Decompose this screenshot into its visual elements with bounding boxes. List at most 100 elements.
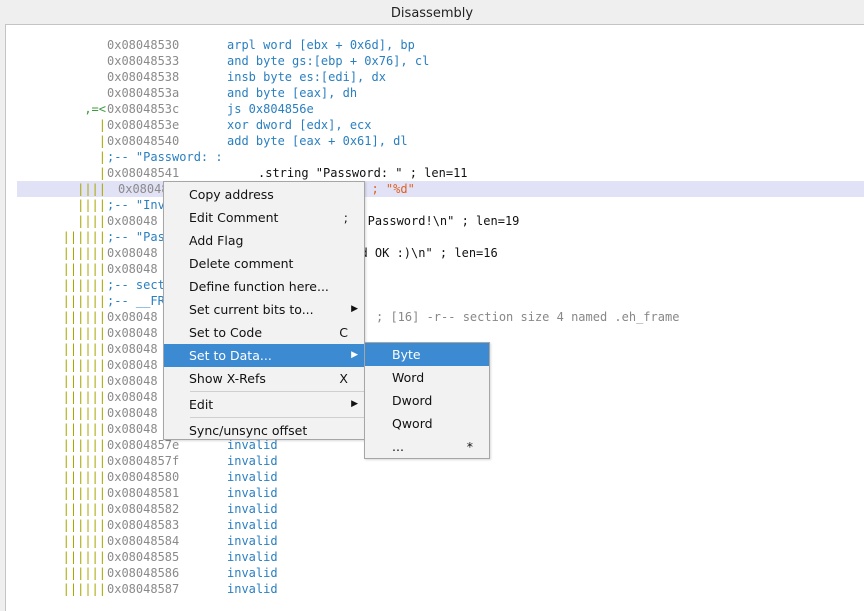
line-address: ;-- "Pas [107,230,165,244]
flow-gutter: | [98,166,106,180]
flow-gutter: |||||| [62,246,106,260]
flow-gutter: | [98,118,106,132]
line-instruction: add byte [eax + 0x61], dl [227,134,408,148]
flow-gutter: |||||| [62,534,106,548]
disasm-line[interactable]: 0x08048538 insb byte es:[edi], dx [6,69,864,85]
line-instruction: and byte gs:[ebp + 0x76], cl [227,54,430,68]
line-address: ;-- "Inv [107,198,165,212]
line-instruction: invalid [227,454,278,468]
line-instruction: invalid [227,518,278,532]
disasm-line[interactable]: |||| ;-- "Inv [6,197,864,213]
line-instruction: ; [16] -r-- section size 4 named .eh_fra… [376,310,680,324]
line-address: 0x08048 [107,262,158,276]
disasm-line[interactable]: |||||| 0x08048580 invalid [6,469,864,485]
line-address: 0x08048540 [107,134,180,148]
disassembly-view[interactable]: 0x08048530 arpl word [ebx + 0x6d], bp 0x08… [5,24,864,611]
submenu-dword[interactable]: Dword [365,389,489,412]
disasm-line[interactable]: 0x08048533 and byte gs:[ebp + 0x76], cl [6,53,864,69]
flow-gutter: |||||| [62,294,106,308]
line-address: 0x08048 [107,358,158,372]
menu-show-xrefs[interactable]: Show X-Refs X [164,367,364,390]
disasm-line[interactable]: |||||| ;-- __FR [6,293,864,309]
disasm-line[interactable]: |||||| ;-- "Pas [6,229,864,245]
flow-gutter: |||||| [62,278,106,292]
line-address: 0x08048582 [107,502,180,516]
line-address: 0x08048538 [107,70,180,84]
line-address: 0x08048585 [107,550,180,564]
menu-edit-comment[interactable]: Edit Comment; [164,206,364,229]
line-instruction: 4 ; "%d" [357,182,415,196]
flow-gutter: |||||| [62,406,106,420]
disasm-line[interactable]: |||||| 0x08048587 invalid [6,581,864,597]
menu-add-flag[interactable]: Add Flag [164,229,364,252]
flow-gutter: |||||| [62,438,106,452]
disasm-line[interactable]: |||||| 0x08048585 invalid [6,549,864,565]
flow-gutter: | [98,134,106,148]
line-address: 0x08048587 [107,582,180,596]
menu-set-to-data[interactable]: Set to Data... ▶ [164,344,364,367]
flow-gutter: |||||| [62,326,106,340]
menu-define-function[interactable]: Define function here... [164,275,364,298]
disasm-line[interactable]: 0x08048530 arpl word [ebx + 0x6d], bp [6,37,864,53]
disasm-line[interactable]: |||||| 0x08048583 invalid [6,517,864,533]
disasm-line[interactable]: | 0x0804853e xor dword [edx], ecx [6,117,864,133]
disasm-line[interactable]: |||||| 0x08048582 invalid [6,501,864,517]
line-instruction: invalid [227,582,278,596]
menu-sync-offset[interactable]: Sync/unsync offset [164,419,364,442]
line-address: 0x08048581 [107,486,180,500]
flow-gutter: |||||| [62,374,106,388]
disasm-line[interactable]: |||| 0x08048 id Password!\n" ; len=19 [6,213,864,229]
disasm-line[interactable]: |||||| 0x08048 [6,325,864,341]
line-address: ;-- sect [107,278,165,292]
disasm-line[interactable]: 0x0804853a and byte [eax], dh [6,85,864,101]
disasm-line[interactable]: | 0x08048541 .string "Password: " ; len=11 [6,165,864,181]
line-instruction: js 0x804856e [227,102,314,116]
flow-gutter: |||||| [62,390,106,404]
line-address: ;-- "Password: : [107,150,223,164]
menu-copy-address[interactable]: Copy address [164,183,364,206]
menu-set-bits[interactable]: Set current bits to... ▶ [164,298,364,321]
disasm-line[interactable]: ,=< 0x0804853c js 0x804856e [6,101,864,117]
menu-delete-comment[interactable]: Delete comment [164,252,364,275]
line-address: 0x0804853a [107,86,180,100]
flow-gutter: |||||| [62,566,106,580]
flow-gutter: |||||| [62,310,106,324]
submenu-arrow-icon: ▶ [351,399,358,409]
line-address: 0x08048580 [107,470,180,484]
submenu-byte[interactable]: Byte [365,343,489,366]
menu-set-to-code[interactable]: Set to Code C [164,321,364,344]
line-address: ;-- __FR [107,294,165,308]
flow-gutter: |||||| [62,518,106,532]
flow-gutter: |||||| [62,230,106,244]
line-instruction: invalid [227,502,278,516]
disasm-line[interactable]: |||||| 0x08048586 invalid [6,565,864,581]
line-instruction: ord OK :)\n" ; len=16 [346,246,498,260]
disasm-line[interactable]: | 0x08048540 add byte [eax + 0x61], dl [6,133,864,149]
disasm-line[interactable]: | ;-- "Password: : [6,149,864,165]
context-menu: Copy address Edit Comment; Add Flag Dele… [163,181,365,440]
disasm-line[interactable]: |||||| 0x08048581 invalid [6,485,864,501]
line-address: 0x08048 [107,342,158,356]
menu-separator [190,391,364,392]
line-address: 0x0804853c [107,102,180,116]
flow-gutter: ,=< [84,102,106,116]
flow-gutter: |||||| [62,582,106,596]
line-address: 0x08048533 [107,54,180,68]
menu-edit[interactable]: Edit ▶ [164,393,364,416]
disasm-line[interactable]: |||||| ;-- sect [6,277,864,293]
submenu-more[interactable]: ... * [365,435,489,458]
disasm-line[interactable]: |||||| 0x08048 ord OK :)\n" ; len=16 [6,245,864,261]
line-address: 0x08048 [107,390,158,404]
disasm-line[interactable]: |||||| 0x08048 ; [16] -r-- section size 4 … [6,309,864,325]
disasm-line[interactable]: |||| 0x08048 4 ; "%d" [17,181,864,197]
submenu-qword[interactable]: Qword [365,412,489,435]
line-address: 0x08048 [107,406,158,420]
line-address: 0x08048 [107,374,158,388]
line-instruction: .string "Password: " ; len=11 [258,166,468,180]
disasm-line[interactable]: |||||| 0x08048 [6,261,864,277]
submenu-word[interactable]: Word [365,366,489,389]
flow-gutter: |||||| [62,358,106,372]
line-address: 0x08048 [107,214,158,228]
line-address: 0x08048 [107,326,158,340]
disasm-line[interactable]: |||||| 0x08048584 invalid [6,533,864,549]
